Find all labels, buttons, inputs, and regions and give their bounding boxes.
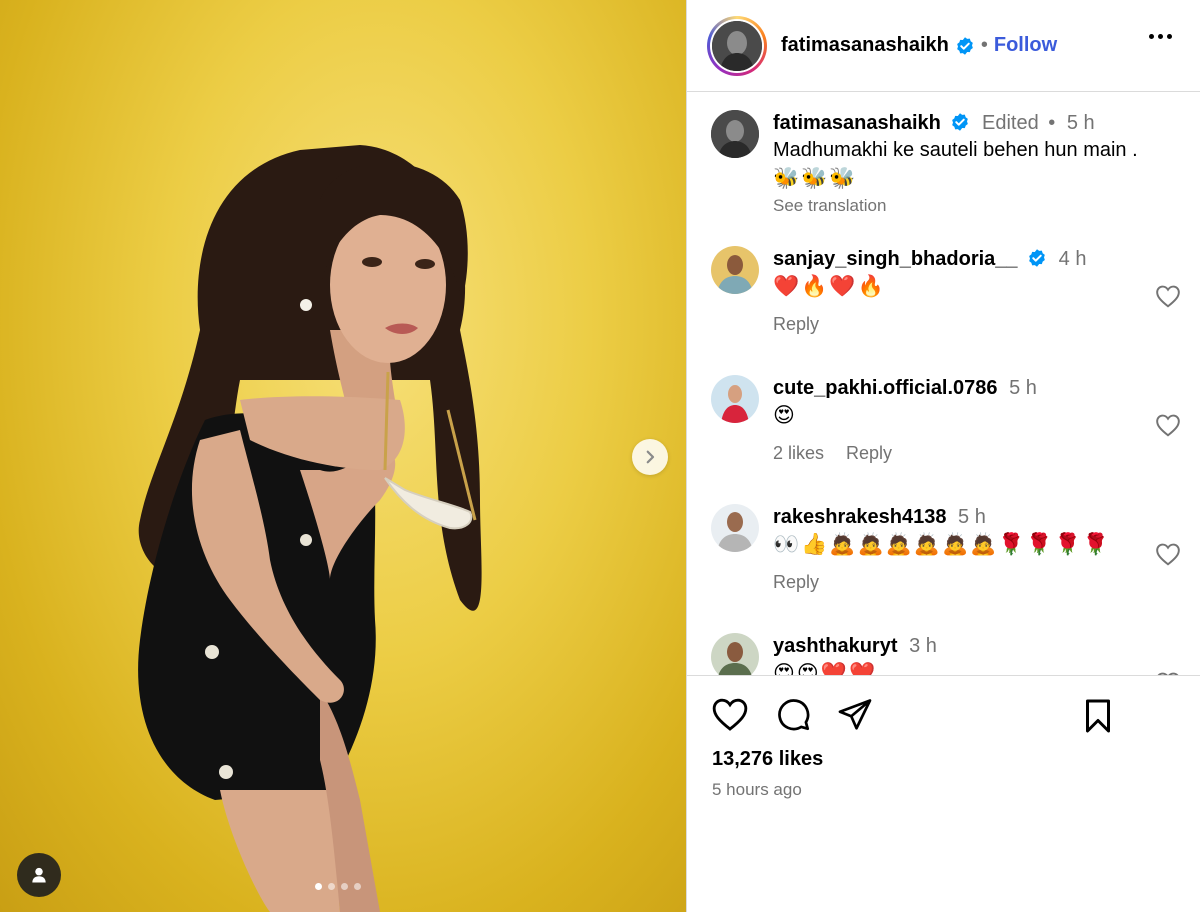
- action-icons: [711, 696, 873, 732]
- caption-dot: •: [1048, 112, 1056, 134]
- see-translation-link[interactable]: See translation: [773, 196, 1173, 216]
- verified-badge-icon: [957, 36, 973, 55]
- more-icon: [1149, 34, 1154, 39]
- tagged-users-button[interactable]: [17, 853, 61, 897]
- author-avatar[interactable]: [711, 110, 759, 158]
- rose-emoji: 🌹: [998, 533, 1025, 556]
- rose-emoji: 🌹: [1054, 533, 1081, 556]
- comment-time[interactable]: 5 h: [1009, 377, 1037, 399]
- comment-icon[interactable]: [775, 696, 811, 732]
- commenter-avatar[interactable]: [711, 246, 759, 294]
- bowing-emoji: 🙇: [941, 533, 969, 556]
- more-options-button[interactable]: [1149, 34, 1172, 39]
- heart-eyes-emoji: 😍: [796, 662, 819, 675]
- post-timestamp[interactable]: 5 hours ago: [712, 780, 802, 800]
- bee-emoji: 🐝: [801, 167, 828, 190]
- like-comment-icon[interactable]: [1155, 542, 1181, 566]
- post-image[interactable]: [0, 0, 686, 912]
- comment-time[interactable]: 4 h: [1059, 248, 1087, 270]
- comment-time[interactable]: 5 h: [958, 506, 986, 528]
- caption-time[interactable]: 5 h: [1067, 112, 1095, 134]
- heart-emoji: ❤️: [820, 662, 847, 675]
- verified-badge-icon: [952, 113, 969, 131]
- header-separator: •: [980, 34, 988, 56]
- comment-likes[interactable]: 2 likes: [773, 443, 824, 464]
- comment-time[interactable]: 3 h: [909, 635, 937, 657]
- bookmark-icon[interactable]: [1082, 698, 1114, 734]
- fire-emoji: 🔥: [857, 275, 884, 298]
- heart-emoji: ❤️: [773, 275, 800, 298]
- comment-emojis: ❤️ 🔥 ❤️ 🔥: [773, 274, 1173, 300]
- verified-badge-icon: [1029, 249, 1045, 267]
- rose-emoji: 🌹: [1082, 533, 1109, 556]
- caption-text: Madhumakhi ke sauteli behen hun main .: [773, 139, 1138, 161]
- bee-emoji: 🐝: [829, 167, 856, 190]
- carousel-dot: [341, 883, 348, 890]
- reply-button[interactable]: Reply: [773, 572, 819, 593]
- heart-emoji: ❤️: [829, 275, 856, 298]
- carousel-dot: [315, 883, 322, 890]
- commenter-username[interactable]: sanjay_singh_bhadoria__: [773, 248, 1018, 270]
- thumbs-up-emoji: 👍: [801, 533, 828, 556]
- bowing-emoji: 🙇: [857, 533, 884, 556]
- post-header: fatimasanashaikh • Follow: [687, 0, 1200, 92]
- caption-edited: Edited: [981, 112, 1039, 134]
- heart-eyes-emoji: 😍: [773, 404, 795, 427]
- share-icon[interactable]: [837, 696, 873, 732]
- heart-emoji: ❤️: [848, 662, 876, 675]
- author-avatar-ring[interactable]: [707, 15, 767, 76]
- carousel-dot: [328, 883, 335, 890]
- comment-emojis: 👀 👍 🙇 🙇 🙇 🙇 🙇 🙇 🌹 🌹 🌹 🌹: [773, 532, 1173, 558]
- caption-emojis: 🐝 🐝 🐝: [773, 166, 1173, 192]
- author-avatar[interactable]: [712, 20, 762, 71]
- comment-emojis: 😍: [773, 403, 1173, 429]
- comment-emojis: 😍 😍 ❤️ ❤️: [773, 661, 1173, 675]
- chevron-right-icon: [646, 450, 655, 464]
- bowing-emoji: 🙇: [913, 533, 940, 556]
- caption-username[interactable]: fatimasanashaikh: [773, 112, 941, 134]
- rose-emoji: 🌹: [1026, 533, 1053, 556]
- reply-button[interactable]: Reply: [773, 314, 819, 335]
- eyes-emoji: 👀: [773, 533, 800, 556]
- likes-count[interactable]: 13,276 likes: [712, 748, 823, 771]
- heart-icon[interactable]: [711, 696, 749, 732]
- bowing-emoji: 🙇: [885, 533, 912, 556]
- bowing-emoji: 🙇: [970, 533, 997, 556]
- next-slide-button[interactable]: [632, 439, 668, 475]
- post-photo-illustration: [138, 145, 482, 912]
- author-username[interactable]: fatimasanashaikh: [781, 34, 949, 57]
- bowing-emoji: 🙇: [829, 533, 856, 556]
- commenter-username[interactable]: yashthakuryt: [773, 635, 898, 657]
- post-actions-footer: 13,276 likes 5 hours ago: [687, 675, 1200, 912]
- carousel-indicator: [315, 883, 361, 890]
- carousel-dot: [354, 883, 361, 890]
- commenter-avatar[interactable]: [711, 504, 759, 552]
- follow-button[interactable]: Follow: [994, 34, 1057, 57]
- reply-button[interactable]: Reply: [846, 443, 892, 464]
- bee-emoji: 🐝: [773, 167, 800, 190]
- heart-eyes-emoji: 😍: [773, 662, 795, 675]
- fire-emoji: 🔥: [801, 275, 828, 298]
- commenter-avatar[interactable]: [711, 375, 759, 423]
- user-tag-icon: [32, 867, 46, 883]
- commenter-username[interactable]: rakeshrakesh4138: [773, 506, 946, 528]
- like-comment-icon[interactable]: [1155, 284, 1181, 308]
- like-comment-icon[interactable]: [1155, 413, 1181, 437]
- commenter-username[interactable]: cute_pakhi.official.0786: [773, 377, 998, 399]
- commenter-avatar[interactable]: [711, 633, 759, 675]
- comments-list[interactable]: fatimasanashaikh Edited • 5 h Madhumakhi…: [687, 93, 1200, 675]
